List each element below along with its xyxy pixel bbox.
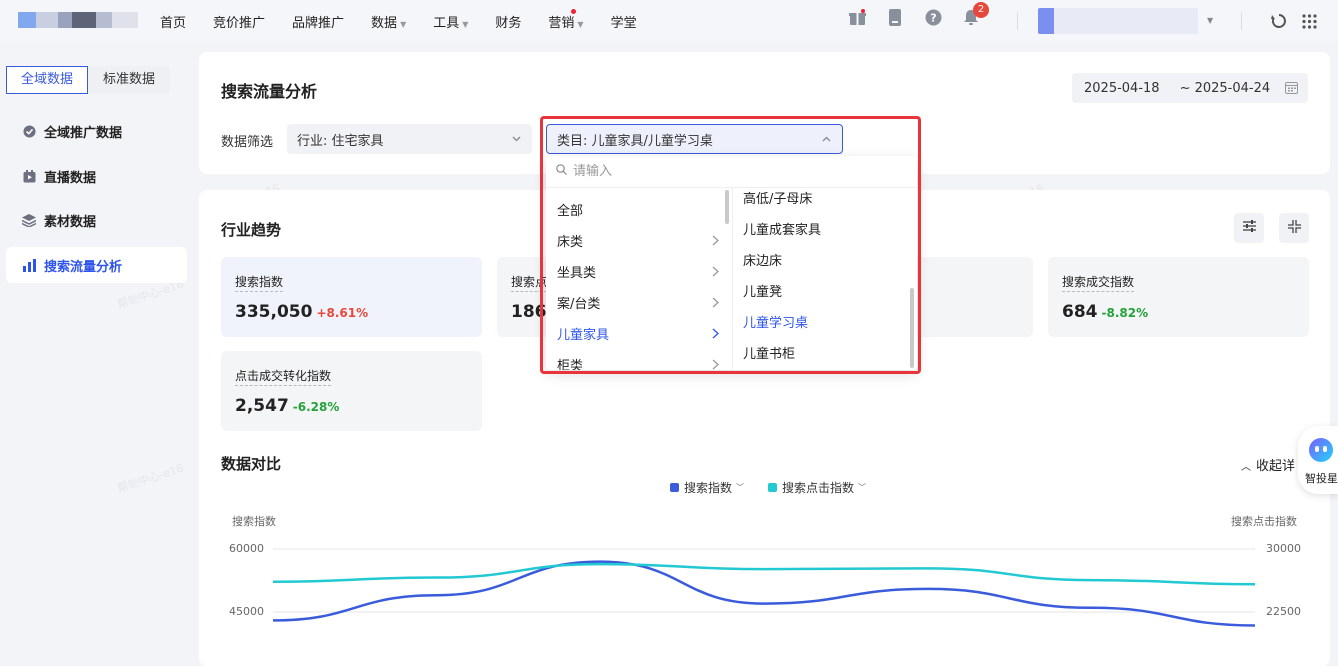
series-line-1 <box>272 562 1256 586</box>
cascader-level-2: 高低/子母床 儿童成套家具 床边床儿童凳儿童学习桌儿童书柜 <box>732 188 917 370</box>
assistant-label: 智投星 <box>1305 472 1338 485</box>
cascader-option[interactable]: 坐具类 <box>546 256 732 287</box>
category-cascader-dropdown: 全部床类坐具类案/台类儿童家具柜类 高低/子母床儿童成套家具床边床儿童凳儿童学习… <box>546 156 917 370</box>
scrollbar-thumb[interactable] <box>910 288 914 368</box>
cascader-option[interactable]: 儿童书柜 <box>733 337 917 368</box>
cascader-option[interactable]: 案/台类 <box>546 287 732 318</box>
cascader-option-label: 柜类 <box>557 359 584 370</box>
cascader-option[interactable]: 全部 <box>546 194 732 225</box>
cascader-option[interactable]: 床类 <box>546 225 732 256</box>
series-line-0 <box>272 560 1256 627</box>
cascader-option[interactable]: 高低/子母床 <box>733 188 917 213</box>
cascader-option-label: 高低/子母床 <box>743 192 813 207</box>
chevron-right-icon <box>711 235 720 250</box>
cascader-option-label: 儿童学习桌 <box>743 316 809 331</box>
chevron-right-icon <box>711 297 720 312</box>
chevron-right-icon <box>711 359 720 370</box>
cascader-option[interactable]: 儿童学习桌 <box>733 306 917 337</box>
cascader-option-label: 儿童家具 <box>557 328 610 343</box>
cascader-option[interactable]: 儿童家具 <box>546 318 732 349</box>
assistant-avatar-icon <box>1309 438 1333 462</box>
cascader-option-label: 儿童凳 <box>743 285 783 300</box>
cascader-option[interactable]: 儿童凳 <box>733 275 917 306</box>
chevron-right-icon <box>711 328 720 343</box>
cascader-option-label: 全部 <box>557 204 584 219</box>
assistant-float-button[interactable]: 智投星 <box>1298 426 1338 494</box>
cascader-option-label: 儿童成套家具 <box>743 223 822 238</box>
cascader-search <box>546 156 917 188</box>
scrollbar-thumb[interactable] <box>725 190 729 224</box>
chevron-right-icon <box>711 266 720 281</box>
cascader-level-1: 全部床类坐具类案/台类儿童家具柜类 <box>546 188 732 370</box>
cascader-option[interactable]: 儿童成套家具 <box>733 213 917 244</box>
cascader-option-label: 案/台类 <box>557 297 601 312</box>
cascader-option-label: 坐具类 <box>557 266 597 281</box>
cascader-option-label: 床类 <box>557 235 584 250</box>
cascader-option-label: 床边床 <box>743 254 783 269</box>
search-icon <box>556 164 567 179</box>
cascader-option-label: 儿童书柜 <box>743 347 796 362</box>
cascader-search-input[interactable] <box>573 164 873 179</box>
cascader-option[interactable]: 柜类 <box>546 349 732 370</box>
cascader-option[interactable]: 床边床 <box>733 244 917 275</box>
